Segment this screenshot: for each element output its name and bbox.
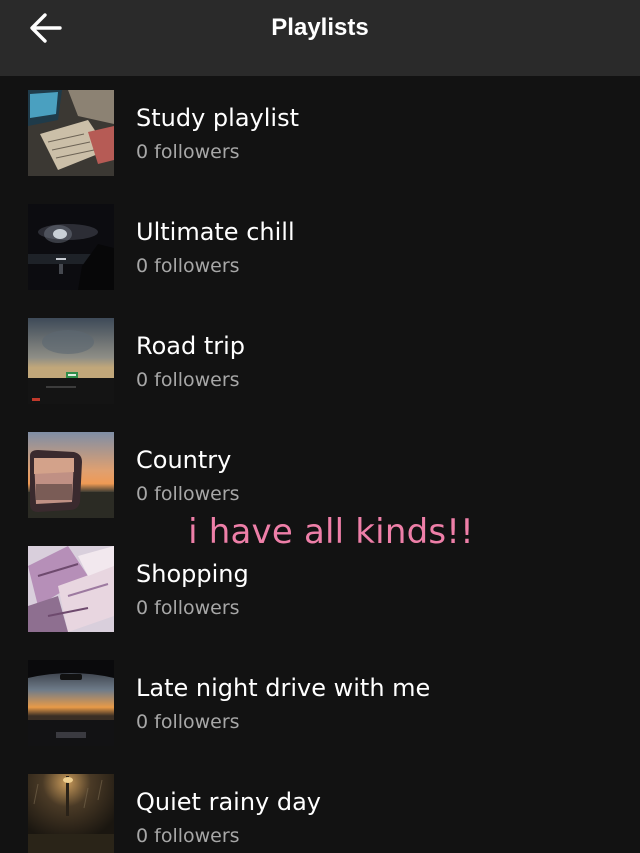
playlist-row-study[interactable]: Study playlist 0 followers [0, 76, 640, 190]
playlist-row-road-trip[interactable]: Road trip 0 followers [0, 304, 640, 418]
playlist-artwork [28, 660, 114, 746]
playlist-title: Road trip [136, 332, 246, 360]
playlist-title: Shopping [136, 560, 249, 588]
playlist-artwork [28, 546, 114, 632]
playlist-title: Late night drive with me [136, 674, 431, 702]
playlist-followers: 0 followers [136, 141, 240, 163]
playlist-followers: 0 followers [136, 483, 240, 505]
playlist-row-ultimate-chill[interactable]: Ultimate chill 0 followers [0, 190, 640, 304]
playlist-title: Country [136, 446, 232, 474]
playlist-followers: 0 followers [136, 825, 240, 847]
playlist-artwork [28, 432, 114, 518]
top-app-bar: Playlists [0, 0, 640, 76]
playlist-row-quiet-rainy-day[interactable]: Quiet rainy day 0 followers [0, 760, 640, 853]
playlist-title: Quiet rainy day [136, 788, 322, 816]
playlist-followers: 0 followers [136, 369, 240, 391]
playlist-artwork [28, 90, 114, 176]
playlist-followers: 0 followers [136, 255, 240, 277]
playlist-title: Study playlist [136, 104, 299, 132]
playlist-followers: 0 followers [136, 711, 240, 733]
playlist-artwork [28, 318, 114, 404]
playlist-followers: 0 followers [136, 597, 240, 619]
playlist-title: Ultimate chill [136, 218, 295, 246]
playlist-artwork [28, 204, 114, 290]
playlist-row-late-night-drive[interactable]: Late night drive with me 0 followers [0, 646, 640, 760]
playlist-artwork [28, 774, 114, 853]
page-title: Playlists [271, 14, 369, 41]
overlay-caption: i have all kinds!! [188, 512, 474, 552]
playlists-screen: Playlists Study playlist 0 followers Ult… [0, 0, 640, 853]
